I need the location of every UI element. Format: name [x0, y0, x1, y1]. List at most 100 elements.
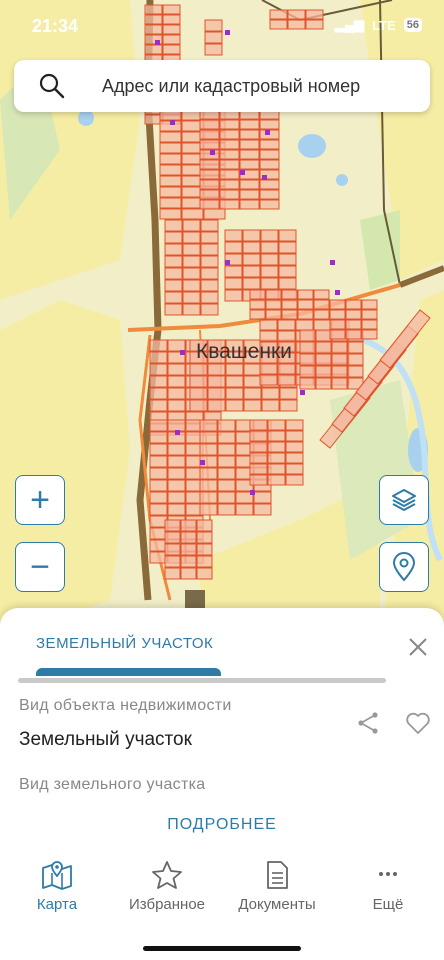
nav-favorites[interactable]: Избранное	[112, 860, 222, 913]
parcel[interactable]	[253, 491, 272, 504]
parcel[interactable]	[159, 153, 182, 165]
parcel[interactable]	[164, 255, 183, 268]
parcel[interactable]	[249, 452, 268, 464]
parcel[interactable]	[219, 119, 240, 130]
parcel[interactable]	[242, 265, 261, 278]
parcel[interactable]	[285, 441, 304, 453]
parcel[interactable]	[199, 431, 218, 444]
parcel[interactable]	[345, 309, 362, 320]
parcel[interactable]	[167, 443, 186, 456]
parcel[interactable]	[225, 363, 244, 376]
parcel[interactable]	[345, 319, 362, 330]
parcel[interactable]	[164, 519, 181, 532]
parcel[interactable]	[180, 567, 197, 580]
parcel[interactable]	[149, 443, 168, 456]
parcel[interactable]	[149, 431, 168, 444]
parcel[interactable]	[297, 309, 314, 320]
parcel[interactable]	[224, 229, 243, 242]
parcel[interactable]	[259, 179, 280, 190]
parcel[interactable]	[299, 365, 316, 378]
parcel[interactable]	[199, 419, 218, 432]
parcel[interactable]	[361, 329, 378, 340]
parcel[interactable]	[224, 277, 243, 290]
parcel[interactable]	[265, 309, 282, 320]
parcel[interactable]	[281, 309, 298, 320]
parcel[interactable]	[219, 129, 240, 140]
parcel[interactable]	[259, 374, 278, 386]
parcel[interactable]	[297, 289, 314, 300]
parcel[interactable]	[167, 455, 186, 468]
parcel[interactable]	[182, 243, 201, 256]
more-details-button[interactable]: ПОДРОБНЕЕ	[0, 816, 444, 834]
parcel[interactable]	[182, 231, 201, 244]
parcel[interactable]	[219, 159, 240, 170]
parcel[interactable]	[196, 543, 213, 556]
parcel[interactable]	[297, 299, 314, 310]
parcel[interactable]	[196, 519, 213, 532]
parcel[interactable]	[149, 527, 168, 540]
parcel[interactable]	[331, 365, 348, 378]
parcel[interactable]	[200, 267, 219, 280]
parcel[interactable]	[182, 303, 201, 316]
parcel[interactable]	[167, 363, 186, 376]
parcel[interactable]	[167, 399, 186, 412]
parcel[interactable]	[249, 463, 268, 475]
parcel[interactable]	[224, 289, 243, 302]
parcel[interactable]	[242, 229, 261, 242]
parcel[interactable]	[219, 179, 240, 190]
parcel[interactable]	[199, 149, 220, 160]
nav-more[interactable]: Ещё	[333, 860, 443, 913]
parcel[interactable]	[167, 491, 186, 504]
parcel[interactable]	[277, 319, 296, 331]
parcel[interactable]	[361, 309, 378, 320]
parcel[interactable]	[164, 279, 183, 292]
parcel[interactable]	[285, 430, 304, 442]
parcel[interactable]	[164, 303, 183, 316]
parcel[interactable]	[159, 197, 182, 209]
search-placeholder[interactable]: Адрес или кадастровый номер	[102, 76, 360, 97]
parcel[interactable]	[313, 289, 330, 300]
parcel[interactable]	[239, 199, 260, 210]
parcel[interactable]	[345, 299, 362, 310]
parcel[interactable]	[149, 387, 168, 400]
parcel[interactable]	[313, 299, 330, 310]
parcel[interactable]	[315, 365, 332, 378]
parcel[interactable]	[278, 277, 297, 290]
my-location-button[interactable]	[379, 542, 429, 592]
parcel[interactable]	[331, 377, 348, 390]
parcel[interactable]	[281, 289, 298, 300]
parcel[interactable]	[200, 255, 219, 268]
parcel[interactable]	[285, 474, 304, 486]
parcel[interactable]	[329, 319, 346, 330]
parcel[interactable]	[260, 241, 279, 254]
parcel[interactable]	[249, 441, 268, 453]
parcel[interactable]	[149, 363, 168, 376]
parcel[interactable]	[278, 265, 297, 278]
parcel[interactable]	[243, 363, 262, 376]
parcel[interactable]	[199, 119, 220, 130]
parcel[interactable]	[225, 387, 244, 400]
parcel[interactable]	[361, 299, 378, 310]
parcel[interactable]	[259, 139, 280, 150]
parcel[interactable]	[199, 139, 220, 150]
parcel[interactable]	[315, 377, 332, 390]
parcel[interactable]	[149, 491, 168, 504]
parcel[interactable]	[164, 231, 183, 244]
parcel[interactable]	[243, 387, 262, 400]
parcel[interactable]	[285, 419, 304, 431]
parcel[interactable]	[159, 186, 182, 198]
parcel[interactable]	[164, 219, 183, 232]
parcel[interactable]	[149, 467, 168, 480]
tab-land-plot[interactable]: ЗЕМЕЛЬНЫЙ УЧАСТОК	[36, 635, 213, 652]
parcel[interactable]	[239, 139, 260, 150]
parcel[interactable]	[199, 443, 218, 456]
parcel[interactable]	[299, 329, 316, 342]
parcel[interactable]	[164, 531, 181, 544]
parcel[interactable]	[217, 503, 236, 516]
parcel[interactable]	[278, 229, 297, 242]
parcel[interactable]	[217, 419, 236, 432]
parcel[interactable]	[159, 142, 182, 154]
parcel[interactable]	[259, 149, 280, 160]
parcel[interactable]	[267, 463, 286, 475]
parcel[interactable]	[267, 452, 286, 464]
